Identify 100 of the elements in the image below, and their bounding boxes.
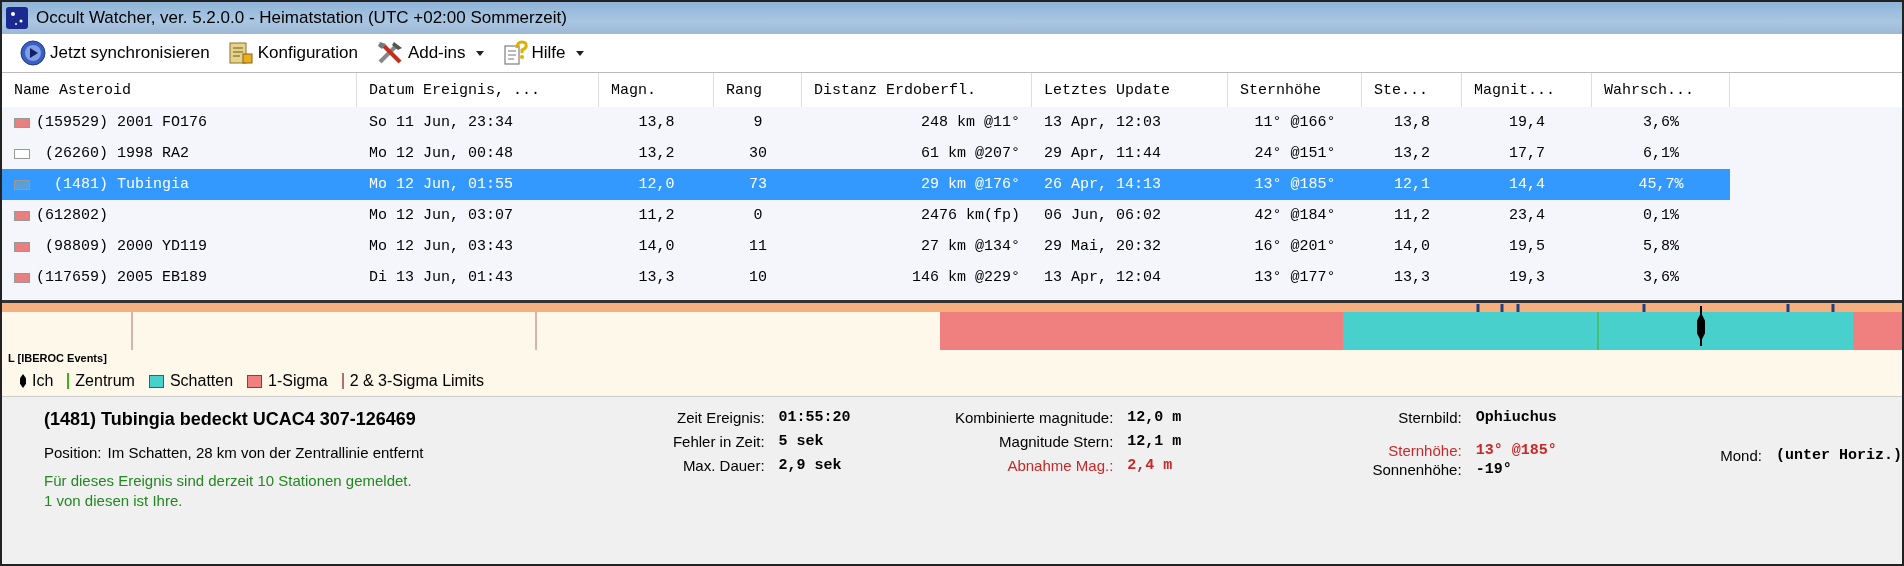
legend-label: Zentrum <box>75 372 135 390</box>
table-cell: 14,0 <box>1394 238 1430 255</box>
field-value: 01:55:20 <box>778 409 852 426</box>
table-cell: 24° @151° <box>1254 145 1336 162</box>
table-cell: 61 km @207° <box>920 145 1020 162</box>
table-cell: 13,2 <box>1394 145 1430 162</box>
field-label: Sonnenhöhe: <box>1371 461 1462 478</box>
column-header[interactable]: Datum Ereignis, ... <box>357 73 599 107</box>
table-cell: 13,3 <box>1394 269 1430 286</box>
field-label: Zeit Ereignis: <box>676 409 765 426</box>
column-header[interactable]: Magn. <box>599 73 714 107</box>
field-value: Im Schatten, 28 km von der Zentrallinie entfernt <box>107 444 424 461</box>
table-cell: 73 <box>749 176 767 193</box>
event-title: (1481) Tubingia bedeckt UCAC4 307-126469 <box>44 409 417 430</box>
table-cell: 17,7 <box>1509 145 1545 162</box>
field-value: Ophiuchus <box>1475 409 1558 426</box>
table-cell-text: (98809) 2000 YD119 <box>44 238 208 255</box>
column-header[interactable]: Sternhöhe <box>1228 73 1362 107</box>
table-row[interactable]: (98809) 2000 YD119 Mo 12 Jun, 03:43 14,0 11 27 km @134° 29 Mai, 20:32 16° @201° 14,0 19,5 5,8% <box>2 231 1730 262</box>
toolbar-button[interactable]: Hilfe <box>497 38 588 68</box>
table-cell: 5,8% <box>1643 238 1679 255</box>
table-cell: 146 km @229° <box>911 269 1020 286</box>
field-label: Max. Dauer: <box>681 457 765 474</box>
table-cell: 14,4 <box>1509 176 1545 193</box>
document-lock-icon <box>227 40 254 66</box>
table-row[interactable]: (26260) 1998 RA2 Mo 12 Jun, 00:48 13,2 30 61 km @207° 29 Apr, 11:44 24° @151° 13,2 17,7 6,1% <box>2 138 1730 169</box>
field-label: Mond: <box>1720 447 1762 464</box>
table-cell: 26 Apr, 14:13 <box>1044 176 1162 193</box>
field-label: Magnitude Stern: <box>998 433 1114 450</box>
table-cell: 3,6% <box>1643 114 1679 131</box>
table-row[interactable]: (159529) 2001 FO176 So 11 Jun, 23:34 13,8 9 248 km @11° 13 Apr, 12:03 11° @166° 13,8 19,4 3,6% <box>2 107 1730 138</box>
field-value: (unter Horiz.) <box>1776 447 1902 464</box>
table-cell: 11 <box>749 238 767 255</box>
field-label: Fehler in Zeit: <box>671 433 765 450</box>
table-cell: (612802) <box>36 207 108 224</box>
field-value: 12,0 m <box>1127 409 1183 426</box>
table-cell: 19,4 <box>1509 114 1545 131</box>
column-header[interactable]: Distanz Erdoberfl. <box>802 73 1032 107</box>
field-label: Kombinierte magnitude: <box>953 409 1114 426</box>
table-cell-text: (1481) Tubingia <box>53 176 190 193</box>
column-header[interactable]: Name Asteroid <box>2 73 357 107</box>
table-cell: 29 Apr, 11:44 <box>1044 145 1162 162</box>
column-header[interactable]: Wahrsch... <box>1592 73 1730 107</box>
table-cell: 9 <box>753 114 763 131</box>
window-title: Occult Watcher, ver. 5.2.0.0 - Heimatstation (UTC +02:00 Sommerzeit) <box>36 8 567 28</box>
table-cell: 13,3 <box>638 269 675 286</box>
field-label: Position: <box>44 444 102 461</box>
field-label: Sternhöhe: <box>1387 442 1462 459</box>
field-value: 12,1 m <box>1127 433 1183 450</box>
table-cell: 6,1% <box>1643 145 1679 162</box>
legend-label: 2 & 3-Sigma Limits <box>349 372 484 390</box>
table-row[interactable]: (117659) 2005 EB189 Di 13 Jun, 01:43 13,3 10 146 km @229° 13 Apr, 12:04 13° @177° 13,3 19,3 3,6% <box>2 262 1730 293</box>
column-header[interactable]: Rang <box>714 73 802 107</box>
toolbar-button[interactable]: Add-ins <box>371 38 488 68</box>
help-document-icon <box>501 40 528 66</box>
table-cell: 30 <box>749 145 767 162</box>
field-value: 2,4 m <box>1127 457 1174 474</box>
field-value: -19° <box>1475 461 1513 478</box>
table-cell-text: (26260) 1998 RA2 <box>44 145 190 162</box>
table-cell: 3,6% <box>1643 269 1679 286</box>
column-header[interactable]: Magnit... <box>1462 73 1592 107</box>
table-cell: 12,0 <box>638 176 675 193</box>
table-cell: 13,2 <box>638 145 675 162</box>
table-cell: Di 13 Jun, 01:43 <box>369 269 514 286</box>
table-cell: 13 Apr, 12:04 <box>1044 269 1162 286</box>
legend-label: Schatten <box>169 372 234 390</box>
toolbar-button[interactable]: Jetzt synchronisieren <box>16 38 214 68</box>
field-label: Sternbild: <box>1397 409 1462 426</box>
play-disc-icon <box>20 40 46 66</box>
field-value: 5 sek <box>778 433 825 450</box>
table-cell: Mo 12 Jun, 03:43 <box>369 238 514 255</box>
tools-icon <box>375 40 404 66</box>
toolbar-button[interactable]: Konfiguration <box>223 38 362 68</box>
table-cell: (117659) 2005 EB189 <box>36 269 208 286</box>
column-header[interactable]: Letztes Update <box>1032 73 1228 107</box>
table-cell: 19,5 <box>1509 238 1545 255</box>
column-header[interactable]: Ste... <box>1362 73 1462 107</box>
table-cell: So 11 Jun, 23:34 <box>369 114 514 131</box>
table-cell: 19,3 <box>1509 269 1545 286</box>
table-cell: 2476 km(fp) <box>920 207 1020 224</box>
table-cell: 0,1% <box>1643 207 1679 224</box>
table-cell: 45,7% <box>1638 176 1684 193</box>
table-cell: 10 <box>749 269 767 286</box>
table-cell: 11,2 <box>638 207 675 224</box>
app-icon <box>6 7 28 29</box>
table-cell: 14,0 <box>638 238 675 255</box>
table-cell: 11° @166° <box>1254 114 1336 131</box>
table-cell: 13 Apr, 12:03 <box>1044 114 1162 131</box>
table-cell: 42° @184° <box>1254 207 1336 224</box>
legend-label: Ich <box>32 372 54 390</box>
field-label: Abnahme Mag.: <box>1006 457 1114 474</box>
table-cell: (159529) 2001 FO176 <box>36 114 208 131</box>
table-cell: 06 Jun, 06:02 <box>1044 207 1162 224</box>
table-cell: 23,4 <box>1509 207 1545 224</box>
table-row[interactable]: (612802) Mo 12 Jun, 03:07 11,2 0 2476 km(fp) 06 Jun, 06:02 42° @184° 11,2 23,4 0,1% <box>2 200 1730 231</box>
table-cell: 0 <box>753 207 763 224</box>
table-cell: 13,8 <box>638 114 675 131</box>
status-note: Für dieses Ereignis sind derzeit 10 Stationen gemeldet. <box>44 471 413 491</box>
status-note: 1 von diesen ist Ihre. <box>44 491 184 511</box>
field-value: 13° @185° <box>1475 442 1558 459</box>
